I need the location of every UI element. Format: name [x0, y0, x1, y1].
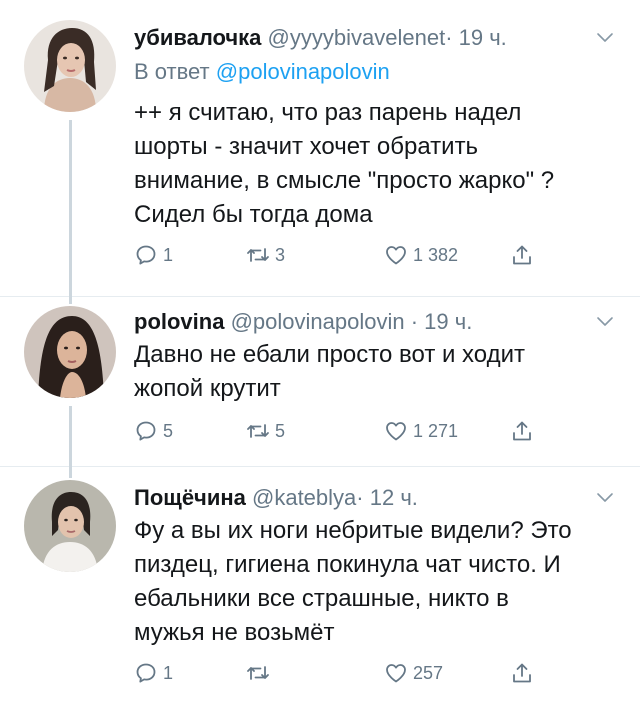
- thread-line: [69, 406, 72, 466]
- chevron-down-icon[interactable]: [596, 492, 614, 504]
- retweet-count: 3: [275, 244, 286, 265]
- chevron-down-icon[interactable]: [596, 316, 614, 328]
- avatar[interactable]: [24, 20, 116, 112]
- retweet-icon: [246, 419, 270, 443]
- timestamp[interactable]: 12 ч.: [370, 485, 418, 510]
- like-button[interactable]: 257: [384, 658, 443, 688]
- like-button[interactable]: 1 382: [384, 240, 458, 270]
- like-count: 257: [413, 662, 444, 683]
- author-handle[interactable]: @polovinapolovin: [231, 309, 405, 334]
- tweet-actions: 1 3 1 382: [134, 240, 554, 270]
- separator: ·: [445, 25, 453, 50]
- author-handle[interactable]: @yyyybivavelenet: [268, 25, 446, 50]
- reply-button[interactable]: 1: [134, 658, 173, 688]
- tweet[interactable]: убивалочка @yyyybivavelenet· 19 ч. В отв…: [0, 0, 640, 296]
- reply-count: 5: [163, 420, 174, 441]
- reply-mention-link[interactable]: @polovinapolovin: [216, 59, 390, 84]
- separator: ·: [356, 485, 364, 510]
- retweet-count: 5: [275, 420, 286, 441]
- thread-line: [69, 120, 72, 296]
- author-handle[interactable]: @kateblya: [252, 485, 356, 510]
- heart-icon: [384, 419, 408, 443]
- timestamp[interactable]: 19 ч.: [459, 25, 507, 50]
- author-name[interactable]: убивалочка: [134, 25, 261, 50]
- chevron-down-icon[interactable]: [596, 32, 614, 44]
- reply-context: В ответ @polovinapolovin: [134, 58, 390, 86]
- reply-prefix: В ответ: [134, 59, 210, 84]
- share-button[interactable]: [510, 240, 539, 270]
- tweet-actions: 1 257: [134, 658, 554, 688]
- tweet-text: ++ я считаю, что раз парень надел шорты …: [134, 99, 555, 228]
- thread-line: [69, 466, 72, 478]
- avatar[interactable]: [24, 480, 116, 572]
- heart-icon: [384, 243, 408, 267]
- thread-line: [69, 296, 72, 304]
- reply-count: 1: [163, 244, 174, 265]
- like-count: 1 271: [413, 420, 459, 441]
- tweet-header: убивалочка @yyyybivavelenet· 19 ч.: [134, 24, 507, 52]
- share-icon: [510, 419, 534, 443]
- author-name[interactable]: Пощёчина: [134, 485, 246, 510]
- like-count: 1 382: [413, 244, 459, 265]
- heart-icon: [384, 661, 408, 685]
- like-button[interactable]: 1 271: [384, 416, 458, 446]
- reply-icon: [134, 419, 158, 443]
- reply-icon: [134, 243, 158, 267]
- share-icon: [510, 661, 534, 685]
- tweet[interactable]: Пощёчина @kateblya· 12 ч. Фу а вы их ног…: [0, 466, 640, 703]
- reply-icon: [134, 661, 158, 685]
- tweet-text: Фу а вы их ноги небритые видели? Это пиз…: [134, 517, 572, 646]
- reply-count: 1: [163, 662, 174, 683]
- reply-button[interactable]: 1: [134, 240, 173, 270]
- separator: ·: [410, 309, 419, 334]
- avatar[interactable]: [24, 306, 116, 398]
- tweet-actions: 5 5 1 271: [134, 416, 554, 446]
- retweet-button[interactable]: 3: [246, 240, 285, 270]
- retweet-icon: [246, 243, 270, 267]
- retweet-icon: [246, 661, 270, 685]
- tweet-header: polovina @polovinapolovin · 19 ч.: [134, 308, 472, 336]
- share-button[interactable]: [510, 658, 539, 688]
- tweet-text: Давно не ебали просто вот и ходит жопой …: [134, 341, 526, 402]
- timestamp[interactable]: 19 ч.: [424, 309, 472, 334]
- share-button[interactable]: [510, 416, 539, 446]
- reply-button[interactable]: 5: [134, 416, 173, 446]
- author-name[interactable]: polovina: [134, 309, 224, 334]
- tweet-header: Пощёчина @kateblya· 12 ч.: [134, 484, 418, 512]
- tweet[interactable]: polovina @polovinapolovin · 19 ч. Давно …: [0, 296, 640, 466]
- retweet-button[interactable]: 5: [246, 416, 285, 446]
- retweet-button[interactable]: [246, 658, 275, 688]
- share-icon: [510, 243, 534, 267]
